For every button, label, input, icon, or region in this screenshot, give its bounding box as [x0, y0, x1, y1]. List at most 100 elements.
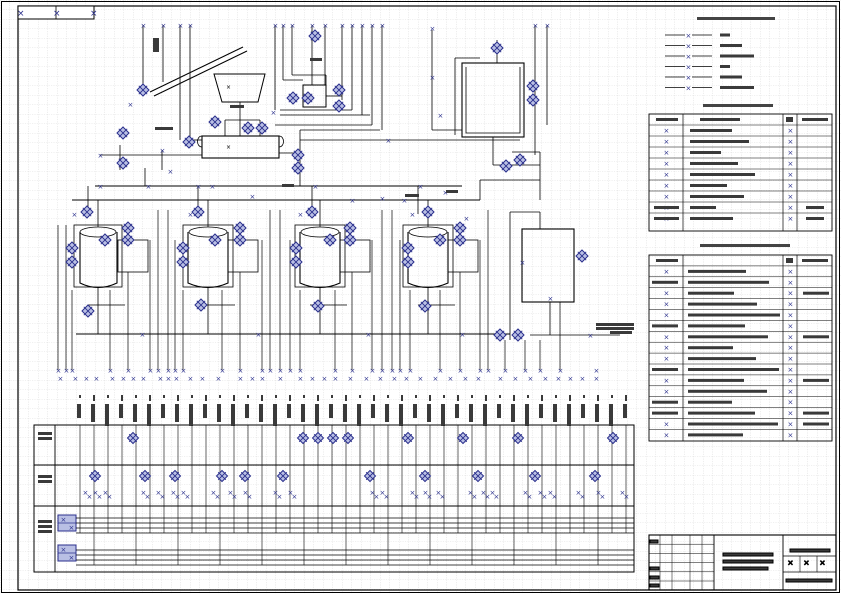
tiny-text	[688, 422, 778, 426]
cross-mark-icon: ×	[464, 215, 470, 223]
valve-icon	[296, 431, 310, 445]
tiny-text	[690, 184, 727, 187]
valve-icon	[208, 115, 222, 129]
valve-icon	[138, 469, 152, 483]
cross-mark-icon: ×	[277, 493, 283, 501]
instrument-tag	[401, 395, 403, 401]
valve-icon	[528, 469, 542, 483]
mixer-mark: ×	[226, 144, 231, 151]
instrument-tag	[343, 404, 347, 422]
valve-icon	[191, 205, 205, 219]
cross-mark-icon: ×	[414, 493, 420, 501]
tiny-text	[656, 259, 678, 262]
cross-mark-icon: ×	[374, 493, 380, 501]
instrument-tag	[541, 395, 543, 401]
valve-icon	[176, 241, 190, 255]
tiny-text	[688, 368, 779, 371]
cross-mark-icon: ×	[140, 331, 146, 339]
cross-mark-icon: ×	[178, 22, 184, 30]
instrument-tag	[91, 404, 95, 422]
instrument-tag	[259, 404, 263, 422]
cross-mark-icon: ×	[664, 149, 670, 157]
tiny-text	[803, 378, 829, 382]
tiny-text	[688, 269, 746, 273]
valve-icon	[168, 469, 182, 483]
cross-mark-icon: ×	[298, 375, 304, 383]
instrument-tag	[149, 395, 151, 401]
cross-mark-icon: ×	[392, 375, 398, 383]
cross-mark-icon: ×	[386, 137, 392, 145]
cross-mark-icon: ×	[94, 375, 100, 383]
valve-icon	[116, 126, 130, 140]
cross-mark-icon: ×	[476, 375, 482, 383]
valve-icon	[453, 221, 467, 235]
cross-mark-icon: ×	[220, 367, 226, 375]
instrument-tag	[329, 404, 333, 418]
tiny-text	[802, 259, 828, 262]
cross-mark-icon: ×	[543, 375, 549, 383]
cross-mark-icon: ×	[788, 322, 794, 330]
cross-mark-icon: ×	[523, 367, 529, 375]
valve-icon	[136, 83, 150, 97]
tiny-text	[652, 400, 678, 404]
valve-icon	[98, 233, 112, 247]
instrument-tag	[371, 404, 375, 418]
cross-mark-icon: ×	[430, 25, 436, 33]
valve-icon	[401, 255, 415, 269]
instrument-tag	[273, 404, 277, 426]
instrument-tag	[357, 404, 361, 426]
drawing-sheet: × × × × × × × × × × × × × × × × × × × × …	[0, 0, 841, 594]
instrument-tag	[597, 395, 599, 401]
instrument-tag	[513, 395, 515, 401]
tiny-text	[690, 151, 721, 154]
cross-mark-icon: ×	[216, 375, 222, 383]
cross-mark-icon: ×	[166, 375, 172, 383]
instrument-tag	[595, 404, 599, 422]
cross-mark-icon: ×	[664, 160, 670, 168]
cross-mark-icon: ×	[271, 109, 277, 117]
cross-mark-icon: ×	[404, 375, 410, 383]
instrument-tag	[429, 395, 431, 401]
title-cell-text	[649, 566, 660, 571]
instrument-tag	[233, 395, 235, 401]
cross-mark-icon: ×	[788, 193, 794, 201]
cross-mark-icon: ×	[158, 375, 164, 383]
instrument-tag	[289, 395, 291, 401]
instrument-tag	[315, 404, 319, 426]
cross-mark-icon: ×	[370, 22, 376, 30]
valve-icon	[308, 29, 322, 43]
cross-mark-icon: ×	[542, 493, 548, 501]
cross-mark-icon: ×	[61, 546, 67, 554]
valve-icon	[499, 159, 513, 173]
tiny-text	[688, 313, 780, 317]
valve-icon	[291, 161, 305, 175]
cross-mark-icon: ×	[664, 421, 670, 429]
instrument-tag	[205, 395, 207, 401]
cross-mark-icon: ×	[64, 367, 70, 375]
instrument-tag	[441, 404, 445, 426]
cross-mark-icon: ×	[686, 64, 692, 72]
tiny-text	[688, 346, 733, 350]
tiny-text	[310, 58, 322, 61]
instrument-tag	[303, 395, 305, 398]
cross-mark-icon: ×	[288, 367, 294, 375]
tiny-text	[654, 206, 679, 209]
cross-mark-icon: ×	[58, 375, 64, 383]
valve-icon	[301, 91, 315, 105]
cross-mark-icon: ×	[188, 22, 194, 30]
cross-mark-icon: ×	[340, 22, 346, 30]
cross-mark-icon: ×	[398, 367, 404, 375]
cross-mark-icon: ×	[503, 367, 509, 375]
valve-icon	[471, 469, 485, 483]
cross-mark-icon: ×	[87, 493, 93, 501]
cross-mark-icon: ×	[69, 524, 75, 532]
tiny-text	[405, 194, 419, 197]
process-flow-diagram: × × × × × × × × × × × × × × × × × × × ××…	[0, 0, 841, 594]
instrument-tag	[301, 404, 305, 422]
instrument-tag	[539, 404, 543, 418]
instrument-tag	[553, 404, 557, 422]
cross-mark-icon: ×	[333, 375, 339, 383]
cross-mark-icon: ×	[463, 375, 469, 383]
cross-mark-icon: ×	[527, 493, 533, 501]
tiny-text	[803, 411, 829, 415]
